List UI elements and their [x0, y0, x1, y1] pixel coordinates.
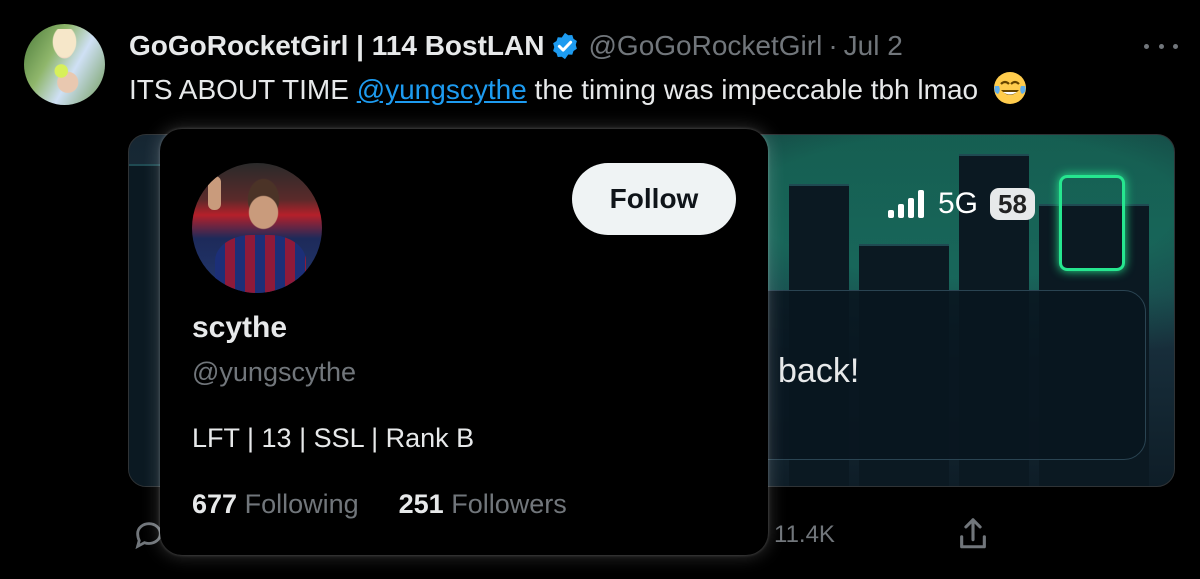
following-count: 677 [192, 489, 238, 519]
author-name[interactable]: GoGoRocketGirl | 114 BostLAN [129, 30, 544, 62]
followers-label: Followers [451, 489, 567, 519]
signal-icon [888, 190, 924, 218]
profile-hovercard: Follow scythe @yungscythe LFT | 13 | SSL… [160, 129, 768, 555]
network-label: 5G [938, 187, 979, 220]
author-avatar[interactable] [24, 24, 105, 105]
neon-sign [1059, 175, 1125, 271]
share-icon[interactable] [956, 515, 990, 553]
view-count[interactable]: 11.4K [774, 521, 835, 549]
tweet-date[interactable]: Jul 2 [844, 30, 903, 62]
profile-stats: 677 Following 251 Followers [192, 489, 567, 520]
followers-stat[interactable]: 251 Followers [399, 489, 567, 520]
profile-name[interactable]: scythe [192, 311, 287, 345]
followers-count: 251 [398, 489, 444, 519]
tweet-text-end: the timing was impeccable tbh lmao [526, 74, 979, 105]
mention-link[interactable]: @yungscythe [357, 74, 527, 105]
author-handle[interactable]: @GoGoRocketGirl [588, 30, 822, 62]
phone-status-bar: 5G 58 [888, 184, 1035, 224]
media-card-text: back! [778, 352, 860, 390]
tweet-text: ITS ABOUT TIME @yungscythe the timing wa… [129, 70, 1028, 109]
tweet-header: GoGoRocketGirl | 114 BostLAN @GoGoRocket… [129, 28, 903, 64]
battery-indicator: 58 [990, 188, 1035, 220]
following-stat[interactable]: 677 Following [192, 489, 359, 520]
following-label: Following [244, 489, 359, 519]
verified-badge-icon [553, 32, 578, 60]
profile-handle[interactable]: @yungscythe [192, 357, 356, 388]
follow-button[interactable]: Follow [572, 163, 736, 235]
tweet-text-start: ITS ABOUT TIME [129, 74, 357, 105]
separator-dot: · [828, 30, 838, 61]
more-icon[interactable] [1144, 34, 1178, 58]
profile-bio: LFT | 13 | SSL | Rank B [192, 423, 475, 453]
profile-avatar[interactable] [192, 163, 322, 293]
face-with-tears-of-joy-icon [993, 72, 1026, 104]
